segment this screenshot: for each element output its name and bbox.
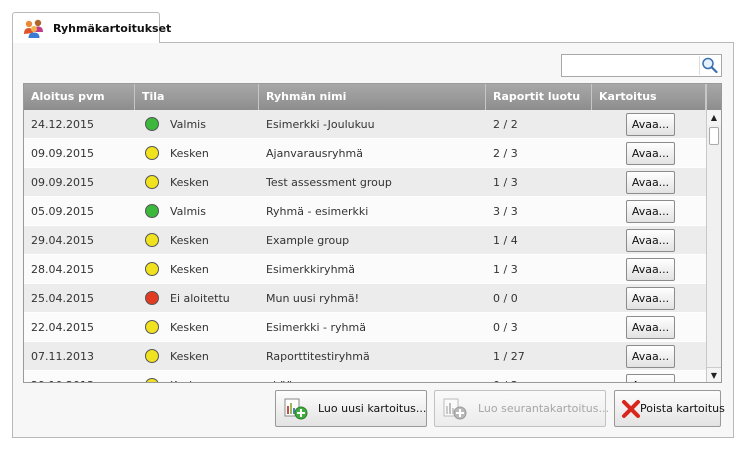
- start-date: 24.12.2015: [31, 118, 94, 131]
- start-date: 22.04.2015: [31, 321, 94, 334]
- column-header-status[interactable]: Tila: [135, 84, 259, 110]
- start-date: 29.04.2015: [31, 234, 94, 247]
- reports-created: 0 / 3: [493, 321, 518, 334]
- followup-assessment-label: Luo seurantakartoitus...: [478, 402, 609, 415]
- followup-assessment-button[interactable]: Luo seurantakartoitus...: [434, 390, 609, 427]
- group-name: Example group: [266, 234, 350, 247]
- status-text: Kesken: [170, 176, 209, 189]
- scroll-up-arrow-icon[interactable]: ▲: [707, 110, 721, 125]
- status-indicator-icon: [145, 291, 159, 305]
- status-text: Valmis: [170, 205, 206, 218]
- group-name: Esimerkki - ryhmä: [266, 321, 366, 334]
- reports-created: 1 / 3: [493, 263, 518, 276]
- group-name: Ryhmä - esimerkki: [266, 205, 369, 218]
- reports-created: 0 / 0: [493, 292, 518, 305]
- table-row[interactable]: 28.04.2015 Kesken Esimerkkiryhmä 1 / 3 A…: [24, 255, 706, 284]
- status-indicator-icon: [145, 117, 159, 131]
- reports-created: 1 / 4: [493, 234, 518, 247]
- open-button[interactable]: Avaa...: [626, 171, 675, 194]
- start-date: 07.11.2013: [31, 350, 94, 363]
- status-text: Kesken: [170, 350, 209, 363]
- reports-created: 1 / 27: [493, 350, 525, 363]
- reports-created: 0 / 3: [493, 371, 518, 382]
- table-row[interactable]: 22.04.2015 Kesken Esimerkki - ryhmä 0 / …: [24, 313, 706, 342]
- group-name: Ajanvarausryhmä: [266, 147, 363, 160]
- column-header-start-date[interactable]: Aloitus pvm: [24, 84, 135, 110]
- group-people-icon: [24, 19, 43, 38]
- table-row[interactable]: 25.04.2015 Ei aloitettu Mun uusi ryhmä! …: [24, 284, 706, 313]
- status-indicator-icon: [145, 146, 159, 160]
- table-row[interactable]: 29.10.2013 Kesken pl ää 0 / 3 Avaa...: [24, 371, 706, 382]
- open-button[interactable]: Avaa...: [626, 200, 675, 223]
- table-body: 24.12.2015 Valmis Esimerkki -Joulukuu 2 …: [24, 110, 706, 382]
- status-text: Kesken: [170, 147, 209, 160]
- status-text: Kesken: [170, 321, 209, 334]
- new-assessment-label: Luo uusi kartoitus...: [318, 402, 427, 415]
- status-text: Kesken: [170, 234, 209, 247]
- status-indicator-icon: [145, 320, 159, 334]
- table-header: Aloitus pvm Tila Ryhmän nimi Raportit lu…: [24, 84, 721, 110]
- tab-ryhmakartoitukset[interactable]: Ryhmäkartoitukset: [12, 12, 171, 43]
- group-name: Esimerkkiryhmä: [266, 263, 355, 276]
- table-row[interactable]: 09.09.2015 Kesken Ajanvarausryhmä 2 / 3 …: [24, 139, 706, 168]
- scrollbar-header-cap: [707, 84, 721, 110]
- column-header-assessment[interactable]: Kartoitus: [592, 84, 706, 110]
- group-name: Raporttitestiryhmä: [266, 350, 370, 363]
- open-button[interactable]: Avaa...: [626, 229, 675, 252]
- scroll-down-arrow-icon[interactable]: ▼: [707, 367, 721, 382]
- open-button[interactable]: Avaa...: [626, 287, 675, 310]
- search-field[interactable]: [561, 54, 722, 77]
- table-row[interactable]: 24.12.2015 Valmis Esimerkki -Joulukuu 2 …: [24, 110, 706, 139]
- open-button[interactable]: Avaa...: [626, 374, 675, 382]
- reports-created: 1 / 3: [493, 176, 518, 189]
- table-row[interactable]: 29.04.2015 Kesken Example group 1 / 4 Av…: [24, 226, 706, 255]
- status-text: Kesken: [170, 263, 209, 276]
- search-button[interactable]: [699, 56, 720, 75]
- start-date: 09.09.2015: [31, 147, 94, 160]
- start-date: 05.09.2015: [31, 205, 94, 218]
- assessment-table: Aloitus pvm Tila Ryhmän nimi Raportit lu…: [23, 83, 722, 383]
- group-name: Test assessment group: [266, 176, 392, 189]
- delete-assessment-label: Poista kartoitus: [640, 402, 725, 415]
- status-indicator-icon: [145, 378, 159, 382]
- main-panel: Aloitus pvm Tila Ryhmän nimi Raportit lu…: [12, 42, 734, 438]
- status-indicator-icon: [145, 204, 159, 218]
- table-row[interactable]: 07.11.2013 Kesken Raporttitestiryhmä 1 /…: [24, 342, 706, 371]
- new-assessment-button[interactable]: Luo uusi kartoitus...: [275, 390, 427, 427]
- status-indicator-icon: [145, 233, 159, 247]
- start-date: 09.09.2015: [31, 176, 94, 189]
- open-button[interactable]: Avaa...: [626, 316, 675, 339]
- open-button[interactable]: Avaa...: [626, 142, 675, 165]
- scrollbar-thumb[interactable]: [709, 127, 719, 145]
- status-indicator-icon: [145, 349, 159, 363]
- status-text: Kesken: [170, 371, 209, 382]
- open-button[interactable]: Avaa...: [626, 113, 675, 136]
- search-input[interactable]: [564, 57, 692, 74]
- table-row[interactable]: 09.09.2015 Kesken Test assessment group …: [24, 168, 706, 197]
- group-name: Esimerkki -Joulukuu: [266, 118, 375, 131]
- delete-assessment-button[interactable]: Poista kartoitus: [614, 390, 725, 427]
- followup-assessment-icon: [443, 398, 467, 420]
- column-header-group-name[interactable]: Ryhmän nimi: [259, 84, 486, 110]
- status-text: Ei aloitettu: [170, 292, 230, 305]
- open-button[interactable]: Avaa...: [626, 258, 675, 281]
- group-name: Mun uusi ryhmä!: [266, 292, 360, 305]
- column-header-reports[interactable]: Raportit luotu: [486, 84, 592, 110]
- status-text: Valmis: [170, 118, 206, 131]
- reports-created: 2 / 3: [493, 147, 518, 160]
- group-name: pl ää: [266, 371, 293, 382]
- status-indicator-icon: [145, 262, 159, 276]
- search-icon: [702, 57, 718, 74]
- vertical-scrollbar[interactable]: ▲ ▼: [706, 84, 721, 382]
- table-row[interactable]: 05.09.2015 Valmis Ryhmä - esimerkki 3 / …: [24, 197, 706, 226]
- start-date: 28.04.2015: [31, 263, 94, 276]
- new-assessment-icon: [284, 398, 308, 420]
- reports-created: 3 / 3: [493, 205, 518, 218]
- reports-created: 2 / 2: [493, 118, 518, 131]
- tab-label: Ryhmäkartoitukset: [53, 22, 172, 35]
- status-indicator-icon: [145, 175, 159, 189]
- start-date: 25.04.2015: [31, 292, 94, 305]
- start-date: 29.10.2013: [31, 371, 94, 382]
- open-button[interactable]: Avaa...: [626, 345, 675, 368]
